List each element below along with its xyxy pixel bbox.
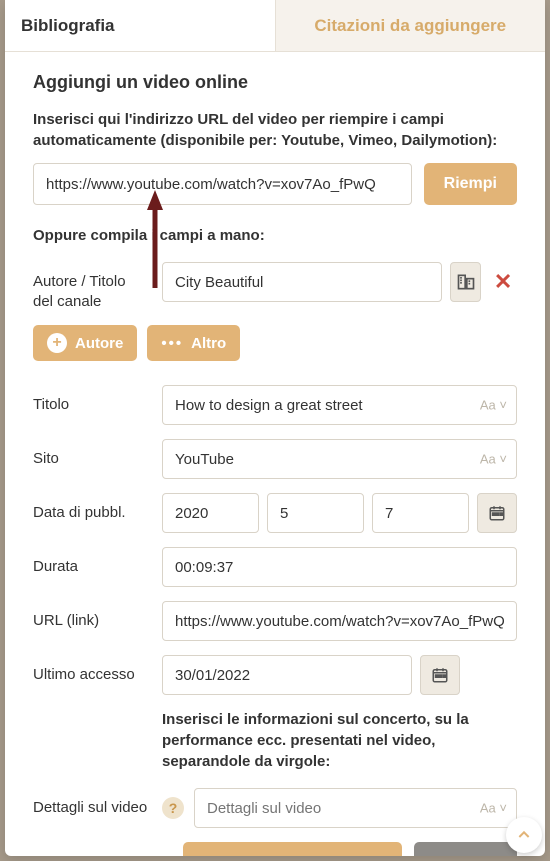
lastaccess-calendar-button[interactable] (420, 655, 460, 695)
pubdate-label: Data di pubbl. (33, 493, 148, 523)
url-input[interactable] (162, 601, 517, 641)
details-input[interactable] (194, 788, 517, 828)
help-icon[interactable]: ? (162, 797, 184, 819)
building-icon (456, 272, 476, 292)
add-citation-button[interactable]: Aggiungi una citazione (183, 842, 402, 856)
title-label: Titolo (33, 385, 148, 415)
title-input[interactable] (162, 385, 517, 425)
pubdate-calendar-button[interactable] (477, 493, 517, 533)
pub-month-input[interactable] (267, 493, 364, 533)
site-input[interactable] (162, 439, 517, 479)
details-label: Dettagli sul video (33, 798, 147, 818)
author-type-button[interactable] (450, 262, 481, 302)
intro-text: Inserisci qui l'indirizzo URL del video … (33, 109, 517, 151)
author-input[interactable] (162, 262, 442, 302)
author-label: Autore / Titolo del canale (33, 262, 148, 311)
calendar-icon (431, 666, 449, 684)
dots-icon: ••• (161, 335, 183, 352)
add-author-label: Autore (75, 335, 123, 352)
duration-label: Durata (33, 547, 148, 577)
page-title: Aggiungi un video online (33, 72, 517, 93)
other-button[interactable]: ••• Altro (147, 325, 240, 361)
remove-author-button[interactable]: ✕ (489, 262, 517, 302)
cancel-button[interactable]: Annulla (414, 842, 517, 856)
duration-input[interactable] (162, 547, 517, 587)
calendar-icon (488, 504, 506, 522)
pub-day-input[interactable] (372, 493, 469, 533)
scroll-top-button[interactable] (506, 817, 542, 853)
url-label: URL (link) (33, 601, 148, 631)
plus-icon: + (47, 333, 67, 353)
tab-citations-to-add[interactable]: Citazioni da aggiungere (276, 0, 546, 52)
details-instruction: Inserisci le informazioni sul concerto, … (162, 709, 517, 772)
chevron-up-icon (516, 827, 532, 843)
lastaccess-input[interactable] (162, 655, 412, 695)
pub-year-input[interactable] (162, 493, 259, 533)
video-url-input[interactable] (33, 163, 412, 205)
tab-bibliography[interactable]: Bibliografia (5, 0, 276, 52)
add-author-button[interactable]: + Autore (33, 325, 137, 361)
manual-fill-heading: Oppure compila i campi a mano: (33, 227, 517, 244)
site-label: Sito (33, 439, 148, 469)
other-label: Altro (191, 335, 226, 352)
lastaccess-label: Ultimo accesso (33, 655, 148, 685)
close-icon: ✕ (494, 269, 512, 295)
fill-button[interactable]: Riempi (424, 163, 517, 205)
